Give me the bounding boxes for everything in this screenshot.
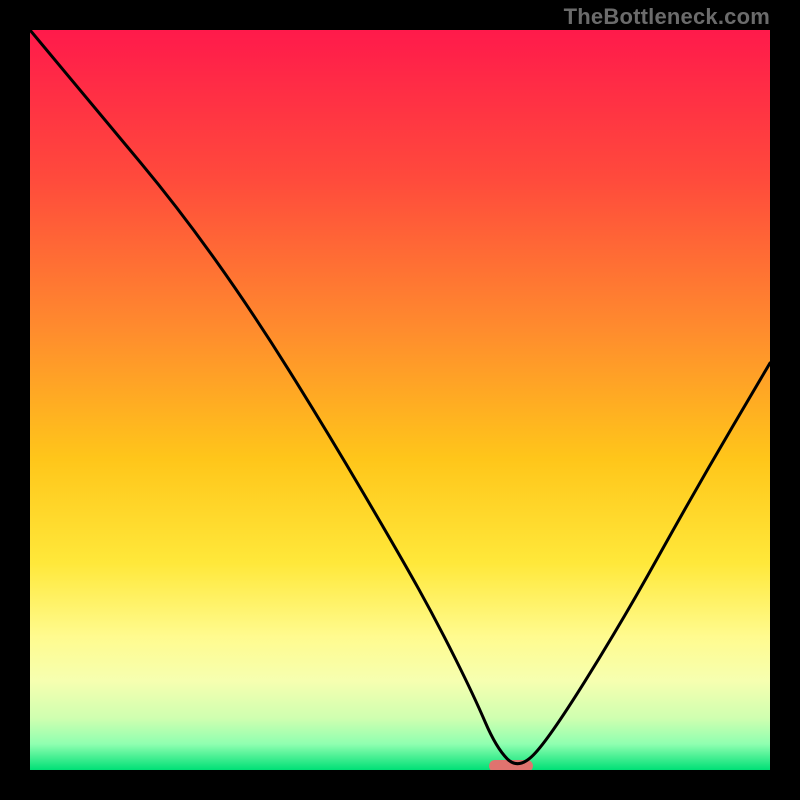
bottleneck-curve bbox=[30, 30, 770, 770]
chart-frame: TheBottleneck.com bbox=[0, 0, 800, 800]
watermark-text: TheBottleneck.com bbox=[564, 4, 770, 30]
plot-area bbox=[30, 30, 770, 770]
